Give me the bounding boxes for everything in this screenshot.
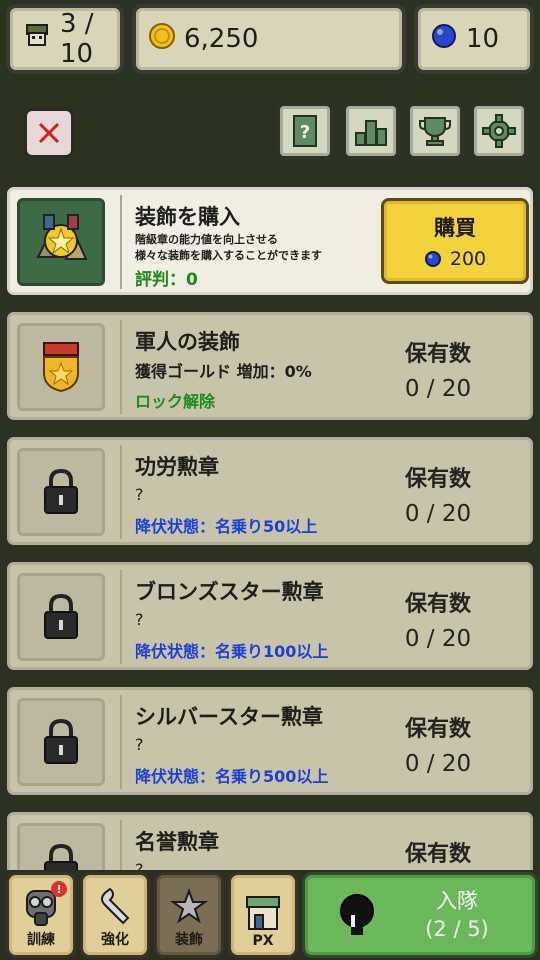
item-effect: ? xyxy=(135,610,144,629)
list-item[interactable]: ブロンズスター勲章 ? 降伏状態：名乗り100以上 保有数 0 / 20 xyxy=(4,559,536,673)
tab-upgrade[interactable]: 強化 xyxy=(80,872,150,958)
tool-row: ? xyxy=(0,88,540,180)
trophy-icon xyxy=(419,117,451,146)
divider xyxy=(120,570,122,664)
owned-label: 保有数 xyxy=(404,342,471,367)
rank-icon xyxy=(355,120,387,146)
guide-icon: ? xyxy=(293,115,317,147)
item-title: ブロンズスター勲章 xyxy=(135,580,324,604)
blue-gem-icon xyxy=(430,22,458,57)
guide-button[interactable]: ? xyxy=(276,102,334,160)
buy-label: 購買 xyxy=(434,216,476,240)
soldier-counter: 3 / 10 xyxy=(6,4,124,74)
divider xyxy=(120,320,122,414)
divider xyxy=(120,695,122,789)
recruit-silhouette-icon xyxy=(340,894,374,935)
unlock-condition: 降伏状態：名乗り50以上 xyxy=(135,517,318,536)
owned-count: 0 / 20 xyxy=(404,626,472,652)
item-thumb xyxy=(17,323,105,411)
owned-block: 保有数 0 / 20 xyxy=(383,336,493,402)
purchase-desc-1: 階級章の能力値を向上させる xyxy=(135,233,278,246)
purchase-title: 装飾を購入 xyxy=(135,205,240,229)
enlist-count: (2 / 5) xyxy=(425,917,489,941)
item-thumb-locked xyxy=(17,573,105,661)
gem-counter: 10 xyxy=(414,4,534,74)
decoration-list[interactable]: 装飾を購入 階級章の能力値を向上させる 様々な装飾を購入することができます 評判… xyxy=(0,182,540,872)
owned-label: 保有数 xyxy=(404,717,471,742)
item-effect: ? xyxy=(135,735,144,754)
owned-count: 0 / 20 xyxy=(404,376,472,402)
tab-training[interactable]: ! 訓練 xyxy=(6,872,76,958)
soldier-icon xyxy=(22,21,52,58)
divider xyxy=(120,820,122,872)
trophy-button[interactable] xyxy=(406,102,464,160)
buy-button[interactable]: 購買 200 xyxy=(381,198,529,284)
close-icon xyxy=(38,122,60,144)
item-thumb-locked xyxy=(17,698,105,786)
list-item[interactable]: 軍人の装飾 獲得ゴールド 増加：0% ロック解除 保有数 0 / 20 xyxy=(4,309,536,423)
tab-px-shop[interactable]: PX xyxy=(228,872,298,958)
gold-coin-icon xyxy=(148,22,176,57)
owned-label: 保有数 xyxy=(404,467,471,492)
unlock-condition: 降伏状態：名乗り100以上 xyxy=(135,642,329,661)
wrench-icon xyxy=(101,887,130,925)
item-title: シルバースター勲章 xyxy=(135,705,323,729)
list-item[interactable]: 功労勲章 ? 降伏状態：名乗り50以上 保有数 0 / 20 xyxy=(4,434,536,548)
purchase-decoration-card: 装飾を購入 階級章の能力値を向上させる 様々な装飾を購入することができます 評判… xyxy=(4,184,536,298)
shop-icon xyxy=(246,896,280,930)
lock-icon xyxy=(44,468,78,514)
divider xyxy=(120,195,122,289)
decoration-bundle-thumb xyxy=(17,198,105,286)
owned-count: 0 / 20 xyxy=(404,751,472,777)
top-status-bar: 3 / 10 6,250 10 xyxy=(0,0,540,84)
soldier-count: 3 / 10 xyxy=(60,9,94,69)
gem-amount: 10 xyxy=(466,24,500,54)
owned-block: 保有数 0 / 20 xyxy=(383,586,493,652)
unlock-status: ロック解除 xyxy=(135,392,216,411)
list-item[interactable]: 名誉勲章 ? 保有数 xyxy=(4,809,536,872)
settings-button[interactable] xyxy=(470,102,528,160)
gear-icon xyxy=(482,114,516,148)
star-medal-icon xyxy=(169,888,209,924)
bottom-nav: ! 訓練 強化 装飾 PX 入隊 (2 / 5) xyxy=(0,870,540,960)
item-thumb-locked xyxy=(17,448,105,536)
rank-button[interactable] xyxy=(342,102,400,160)
item-title: 軍人の装飾 xyxy=(135,330,240,354)
soldier-badge-icon xyxy=(43,342,79,393)
tab-label: 強化 xyxy=(101,932,129,948)
list-item[interactable]: シルバースター勲章 ? 降伏状態：名乗り500以上 保有数 0 / 20 xyxy=(4,684,536,798)
purchase-desc-2: 様々な装飾を購入することができます xyxy=(135,249,322,262)
close-button[interactable] xyxy=(24,108,74,158)
owned-block: 保有数 xyxy=(383,836,493,868)
owned-block: 保有数 0 / 20 xyxy=(383,711,493,777)
lock-icon xyxy=(44,718,78,764)
medal-bundle-icon xyxy=(36,214,88,260)
item-title: 功労勲章 xyxy=(135,455,219,479)
lock-icon xyxy=(44,843,78,872)
svg-text:?: ? xyxy=(300,122,310,143)
owned-label: 保有数 xyxy=(404,592,471,617)
enlist-label: 入隊 xyxy=(436,889,478,913)
tab-label: 訓練 xyxy=(27,932,55,948)
reputation-text: 評判：0 xyxy=(135,270,198,290)
gold-counter: 6,250 xyxy=(132,4,406,74)
owned-block: 保有数 0 / 20 xyxy=(383,461,493,527)
item-effect: 獲得ゴールド 増加：0% xyxy=(135,362,312,381)
notification-badge: ! xyxy=(51,881,67,897)
owned-label: 保有数 xyxy=(404,842,471,867)
item-thumb-locked xyxy=(17,823,105,872)
item-effect: ? xyxy=(135,485,144,504)
enlist-button[interactable]: 入隊 (2 / 5) xyxy=(302,872,538,958)
tab-decoration[interactable]: 装飾 xyxy=(154,872,224,958)
item-title: 名誉勲章 xyxy=(135,830,219,854)
owned-count: 0 / 20 xyxy=(404,501,472,527)
tab-label: 装飾 xyxy=(175,932,203,948)
tab-label: PX xyxy=(252,933,274,949)
divider xyxy=(120,445,122,539)
gold-amount: 6,250 xyxy=(184,24,259,54)
unlock-condition: 降伏状態：名乗り500以上 xyxy=(135,767,329,786)
blue-gem-icon xyxy=(424,251,441,267)
buy-price: 200 xyxy=(449,248,487,270)
lock-icon xyxy=(44,593,78,639)
